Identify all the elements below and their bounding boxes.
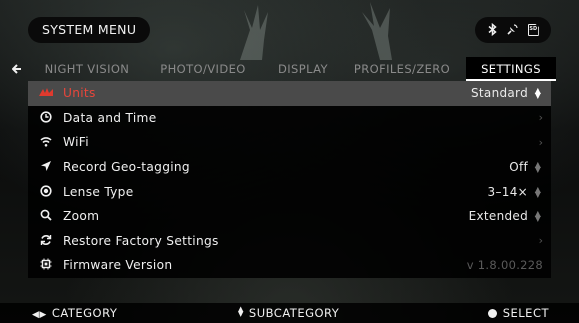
tab-settings[interactable]: SETTINGS	[466, 57, 556, 81]
select-hint-label: SELECT	[502, 306, 549, 320]
up-down-arrows-icon: ▲ ▼	[238, 305, 244, 318]
units-value[interactable]: Standard ▲ ▼	[471, 86, 543, 100]
settings-list: Units Standard ▲ ▼ Data and Time › WiFi ›	[28, 81, 551, 278]
setting-value: Off	[509, 160, 528, 175]
list-item-label: Units	[63, 86, 96, 101]
left-right-arrows-icon: ◀▶	[32, 310, 47, 320]
list-item-zoom[interactable]: Zoom Extended ▲ ▼	[28, 203, 551, 229]
wifi-icon	[28, 136, 63, 149]
status-indicators: SD	[475, 17, 551, 43]
top-bar: SYSTEM MENU SD	[0, 0, 579, 48]
category-hint-label: CATEGORY	[51, 306, 118, 320]
list-item-label: Record Geo-tagging	[63, 160, 190, 175]
list-item-label: Zoom	[63, 209, 100, 224]
up-down-arrows-icon: ▲ ▼	[534, 86, 542, 101]
list-item-label: Lense Type	[63, 184, 134, 199]
magnifier-icon	[28, 209, 63, 223]
control-hints-bar: ◀▶ CATEGORY ▲ ▼ SUBCATEGORY SELECT	[0, 303, 579, 323]
tab-photo-video[interactable]: PHOTO/VIDEO	[140, 57, 266, 81]
list-item-wifi[interactable]: WiFi ›	[28, 130, 551, 155]
zoom-value[interactable]: Extended ▲ ▼	[469, 209, 543, 223]
gps-satellite-icon	[506, 23, 519, 38]
back-arrow-icon[interactable]	[0, 57, 34, 81]
category-hint: ◀▶ CATEGORY	[32, 303, 117, 323]
tab-display[interactable]: DISPLAY	[266, 57, 340, 81]
lense-type-value[interactable]: 3–14× ▲ ▼	[488, 185, 543, 199]
firmware-version-value: v 1.8.00.228	[466, 258, 543, 273]
chevron-right-icon: ›	[538, 135, 543, 149]
list-item-lense-type[interactable]: Lense Type 3–14× ▲ ▼	[28, 179, 551, 204]
up-down-arrows-icon: ▲ ▼	[534, 160, 542, 175]
target-circle-icon	[28, 185, 63, 199]
list-item-label: WiFi	[63, 135, 89, 150]
refresh-icon	[28, 234, 63, 248]
sd-card-icon: SD	[527, 24, 539, 36]
list-item-label: Firmware Version	[63, 258, 173, 273]
subcategory-hint-label: SUBCATEGORY	[248, 306, 340, 320]
list-item-geo-tagging[interactable]: Record Geo-tagging Off ▲ ▼	[28, 154, 551, 180]
list-item-units[interactable]: Units Standard ▲ ▼	[28, 81, 551, 106]
chip-icon	[28, 258, 63, 272]
subcategory-hint: ▲ ▼ SUBCATEGORY	[238, 303, 339, 323]
location-arrow-icon	[28, 160, 63, 174]
select-hint: SELECT	[487, 303, 549, 323]
category-tabs: NIGHT VISION PHOTO/VIDEO DISPLAY PROFILE…	[0, 57, 579, 81]
chevron-right-icon: ›	[538, 234, 543, 248]
geo-tagging-value[interactable]: Off ▲ ▼	[509, 160, 543, 174]
select-button-icon	[487, 309, 497, 318]
up-down-arrows-icon: ▲ ▼	[534, 184, 542, 199]
list-item-label: Restore Factory Settings	[63, 233, 219, 248]
setting-value: Standard	[471, 86, 528, 101]
tab-profiles-zero[interactable]: PROFILES/ZERO	[340, 57, 464, 81]
chevron-right-icon: ›	[538, 111, 543, 125]
up-down-arrows-icon: ▲ ▼	[534, 209, 542, 224]
system-menu-screen: SYSTEM MENU SD NIGHT VISION PHOTO/VIDEO …	[0, 0, 579, 323]
list-item-date-time[interactable]: Data and Time ›	[28, 105, 551, 131]
tab-night-vision[interactable]: NIGHT VISION	[34, 57, 140, 81]
list-item-label: Data and Time	[63, 110, 157, 125]
bluetooth-icon	[487, 22, 498, 38]
setting-value: 3–14×	[487, 184, 528, 199]
clock-icon	[28, 111, 63, 125]
menu-title: SYSTEM MENU	[28, 17, 151, 43]
ruler-icon	[28, 87, 63, 99]
list-item-firmware-version: Firmware Version v 1.8.00.228	[28, 253, 551, 278]
list-item-restore-factory[interactable]: Restore Factory Settings ›	[28, 228, 551, 254]
setting-value: Extended	[468, 209, 528, 224]
